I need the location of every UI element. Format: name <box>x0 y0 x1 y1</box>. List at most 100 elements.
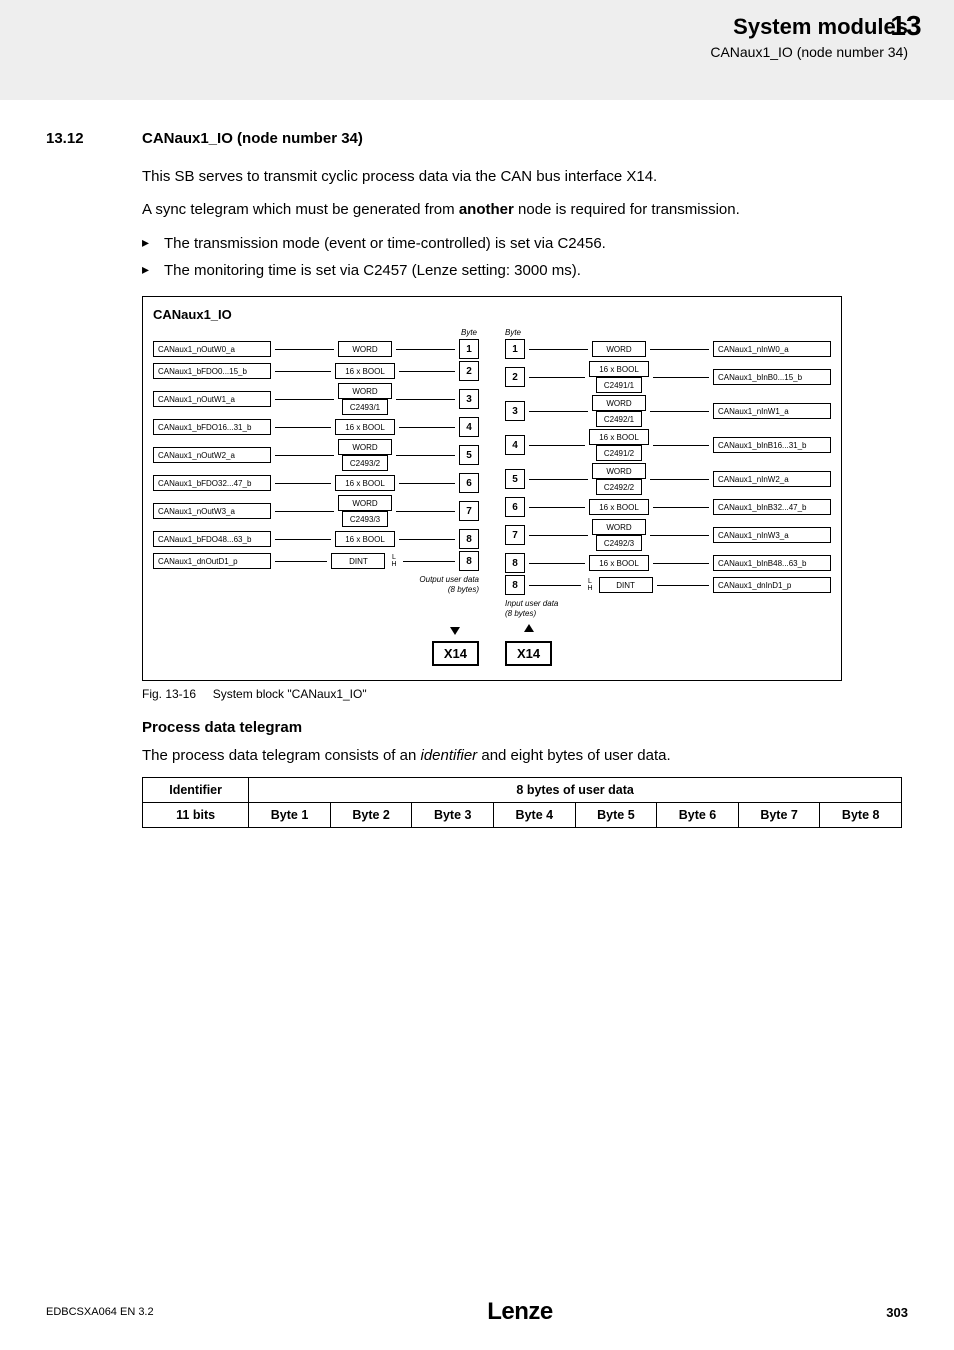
section-title: CANaux1_IO (node number 34) <box>142 130 363 147</box>
text: and eight bytes of user data. <box>477 747 670 764</box>
table-cell: 11 bits <box>143 803 249 828</box>
table-row: 11 bits Byte 1 Byte 2 Byte 3 Byte 4 Byte… <box>143 803 902 828</box>
byte-box: 1 <box>505 339 525 359</box>
type-box: 16 x BOOL <box>335 363 395 379</box>
signal-label: CANaux1_nInW3_a <box>713 527 831 543</box>
header-subtitle: CANaux1_IO (node number 34) <box>46 44 908 60</box>
table-header: Identifier <box>143 778 249 803</box>
type-box: 16 x BOOL <box>589 361 649 377</box>
table-cell: Byte 8 <box>820 803 902 828</box>
hl-label: H <box>587 585 592 592</box>
signal-label: CANaux1_nOutW0_a <box>153 341 271 357</box>
paragraph: The process data telegram consists of an… <box>142 744 908 767</box>
byte-box: 2 <box>505 367 525 387</box>
type-box: WORD <box>592 395 646 411</box>
byte-box: 8 <box>459 529 479 549</box>
type-box: WORD <box>592 463 646 479</box>
paragraph: This SB serves to transmit cyclic proces… <box>142 165 908 188</box>
x14-box: X14 <box>432 641 479 666</box>
signal-label: CANaux1_dnInD1_p <box>713 577 831 593</box>
code-box: C2492/2 <box>596 479 642 495</box>
type-box: 16 x BOOL <box>335 475 395 491</box>
section-heading: 13.12 CANaux1_IO (node number 34) <box>46 130 908 147</box>
signal-label: CANaux1_nOutW2_a <box>153 447 271 463</box>
table-cell: Byte 5 <box>575 803 657 828</box>
byte-box: 7 <box>459 501 479 521</box>
text-italic: identifier <box>420 747 477 764</box>
byte-box: 5 <box>459 445 479 465</box>
type-box: WORD <box>592 341 646 357</box>
code-box: C2493/2 <box>342 455 388 471</box>
figure-text: System block "CANaux1_IO" <box>213 687 367 701</box>
signal-label: CANaux1_bFDO16...31_b <box>153 419 271 435</box>
byte-box: 1 <box>459 339 479 359</box>
byte-box: 4 <box>505 435 525 455</box>
type-box: WORD <box>338 341 392 357</box>
subsection-heading: Process data telegram <box>142 719 908 736</box>
arrow-up-icon <box>524 624 534 632</box>
signal-label: CANaux1_bInB0...15_b <box>713 369 831 385</box>
signal-label: CANaux1_bFDO32...47_b <box>153 475 271 491</box>
type-box: DINT <box>599 577 653 593</box>
signal-label: CANaux1_bFDO48...63_b <box>153 531 271 547</box>
table-cell: Byte 7 <box>738 803 820 828</box>
signal-label: CANaux1_dnOutD1_p <box>153 553 271 569</box>
signal-label: CANaux1_bInB48...63_b <box>713 555 831 571</box>
table-row: Identifier 8 bytes of user data <box>143 778 902 803</box>
process-data-table: Identifier 8 bytes of user data 11 bits … <box>142 777 902 828</box>
hl-label: L <box>588 578 592 585</box>
table-cell: Byte 4 <box>494 803 576 828</box>
type-box: 16 x BOOL <box>335 531 395 547</box>
doc-id: EDBCSXA064 EN 3.2 <box>46 1306 154 1318</box>
signal-label: CANaux1_nOutW1_a <box>153 391 271 407</box>
byte-box: 5 <box>505 469 525 489</box>
type-box: 16 x BOOL <box>589 429 649 445</box>
text-bold: another <box>459 201 514 218</box>
type-box: WORD <box>592 519 646 535</box>
byte-header: Byte <box>505 328 831 337</box>
type-box: WORD <box>338 495 392 511</box>
type-box: WORD <box>338 383 392 399</box>
byte-box: 3 <box>459 389 479 409</box>
diagram-title: CANaux1_IO <box>153 307 831 322</box>
page-footer: EDBCSXA064 EN 3.2 Lenze 303 <box>0 1298 954 1326</box>
bullet-item: The monitoring time is set via C2457 (Le… <box>142 259 908 282</box>
code-box: C2492/3 <box>596 535 642 551</box>
byte-box: 3 <box>505 401 525 421</box>
section-badge: 13 <box>876 10 936 42</box>
table-cell: Byte 2 <box>330 803 412 828</box>
code-box: C2493/3 <box>342 511 388 527</box>
arrow-down-icon <box>450 627 460 635</box>
type-box: 16 x BOOL <box>335 419 395 435</box>
type-box: 16 x BOOL <box>589 555 649 571</box>
byte-box: 8 <box>505 553 525 573</box>
figure-caption: Fig. 13-16 System block "CANaux1_IO" <box>142 687 908 701</box>
text: A sync telegram which must be generated … <box>142 201 459 218</box>
text: node is required for transmission. <box>514 201 740 218</box>
signal-label: CANaux1_nInW1_a <box>713 403 831 419</box>
byte-box: 2 <box>459 361 479 381</box>
page-number: 303 <box>886 1305 908 1320</box>
byte-box: 8 <box>505 575 525 595</box>
byte-box: 8 <box>459 551 479 571</box>
diagram-output-side: Byte CANaux1_nOutW0_a WORD 1 CANaux1_bFD… <box>153 328 479 618</box>
hl-label: L <box>392 554 396 561</box>
code-box: C2493/1 <box>342 399 388 415</box>
text: Input user data <box>505 599 558 608</box>
signal-label: CANaux1_bFDO0...15_b <box>153 363 271 379</box>
byte-box: 6 <box>459 473 479 493</box>
x14-box: X14 <box>505 641 552 666</box>
byte-header: Byte <box>153 328 479 337</box>
x14-input: X14 <box>505 624 552 666</box>
table-cell: Byte 6 <box>657 803 739 828</box>
diagram-box: CANaux1_IO Byte CANaux1_nOutW0_a WORD 1 … <box>142 296 842 681</box>
table-cell: Byte 3 <box>412 803 494 828</box>
paragraph: A sync telegram which must be generated … <box>142 198 908 221</box>
x14-output: X14 <box>432 624 479 666</box>
section-number: 13.12 <box>46 130 142 147</box>
table-cell: Byte 1 <box>249 803 331 828</box>
brand-logo: Lenze <box>487 1298 553 1326</box>
type-box: DINT <box>331 553 385 569</box>
signal-label: CANaux1_nInW2_a <box>713 471 831 487</box>
byte-box: 7 <box>505 525 525 545</box>
